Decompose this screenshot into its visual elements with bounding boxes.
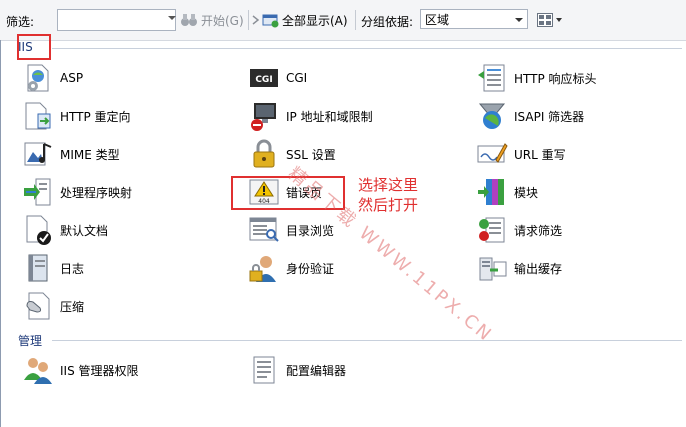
feature-dir-browse-label: 目录浏览 — [286, 223, 335, 238]
log-book-icon — [28, 254, 48, 282]
annotation-line-1: 选择这里 — [358, 176, 419, 194]
feature-default-doc[interactable]: 默认文档 — [22, 214, 108, 246]
feature-http-redirect-label: HTTP 重定向 — [60, 109, 131, 124]
feature-url-rewrite[interactable]: URL 重写 — [476, 138, 566, 170]
feature-isapi-filters[interactable]: ISAPI 筛选器 — [476, 100, 584, 132]
filter-input[interactable] — [57, 9, 176, 31]
compression-icon — [26, 292, 50, 320]
feature-auth-label: 身份验证 — [286, 261, 335, 276]
request-filter-icon — [479, 217, 505, 243]
mime-type-icon — [24, 142, 52, 166]
group-by-value: 区域 — [425, 13, 450, 27]
section-divider — [52, 48, 682, 49]
directory-browsing-icon — [249, 217, 279, 242]
chevron-down-icon — [556, 18, 562, 22]
annotation-line-2: 然后打开 — [358, 196, 419, 214]
feature-http-headers[interactable]: HTTP 响应标头 — [476, 62, 597, 94]
ip-monitor-icon — [251, 103, 276, 131]
feature-logging[interactable]: 日志 — [22, 252, 84, 284]
section-header-management: 管理 — [18, 334, 43, 348]
feature-ip-restrict-label: IP 地址和域限制 — [286, 109, 373, 124]
toolbar: 筛选: 开始(G) 全部显示(A) 分组依据: 区域 — [0, 0, 686, 41]
start-button-label: 开始(G) — [201, 13, 244, 28]
grid-view-icon — [537, 13, 553, 27]
arrow-right-icon — [252, 15, 260, 25]
group-by-select[interactable]: 区域 — [420, 9, 528, 29]
feature-mime-label: MIME 类型 — [60, 147, 120, 162]
config-editor-icon — [253, 356, 275, 384]
feature-auth[interactable]: 身份验证 — [248, 252, 334, 284]
start-button[interactable]: 开始(G) — [180, 12, 244, 28]
feature-request-filter[interactable]: 请求筛选 — [476, 214, 562, 246]
feature-config-editor[interactable]: 配置编辑器 — [248, 354, 346, 386]
annotation-note: 选择这里 然后打开 — [358, 175, 418, 215]
feature-asp-label: ASP — [60, 71, 84, 85]
feature-handlers-label: 处理程序映射 — [60, 185, 133, 200]
redirect-page-icon — [25, 102, 51, 130]
iis-highlight-box — [17, 34, 51, 60]
group-by-label: 分组依据: — [361, 15, 414, 29]
toolbar-separator — [248, 10, 249, 30]
binoculars-icon — [181, 14, 197, 26]
filter-label: 筛选: — [6, 15, 35, 29]
feature-handlers[interactable]: 处理程序映射 — [22, 176, 132, 208]
feature-request-filter-label: 请求筛选 — [514, 223, 563, 238]
feature-dir-browse[interactable]: 目录浏览 — [248, 214, 334, 246]
svg-text:CGI: CGI — [255, 75, 272, 85]
handler-mapping-icon — [24, 178, 51, 206]
user-lock-icon — [249, 256, 276, 282]
feature-url-rewrite-label: URL 重写 — [514, 147, 566, 162]
feature-modules-label: 模块 — [514, 185, 539, 200]
output-cache-icon — [479, 257, 507, 281]
feature-output-cache-label: 输出缓存 — [514, 261, 563, 276]
section-divider — [52, 340, 682, 341]
feature-ssl-label: SSL 设置 — [286, 147, 336, 162]
feature-cgi[interactable]: CGI CGI — [248, 62, 307, 94]
feature-config-editor-label: 配置编辑器 — [286, 363, 347, 378]
header-list-icon — [478, 64, 505, 92]
show-all-button[interactable]: 全部显示(A) — [252, 12, 348, 28]
cgi-console-icon: CGI — [250, 69, 278, 87]
feature-compression[interactable]: 压缩 — [22, 290, 84, 322]
chevron-down-icon — [515, 18, 523, 22]
asp-page-gear-icon — [27, 64, 49, 92]
toolbar-separator — [355, 10, 356, 30]
feature-http-redirect[interactable]: HTTP 重定向 — [22, 100, 131, 132]
feature-modules[interactable]: 模块 — [476, 176, 538, 208]
modules-icon — [478, 179, 504, 205]
feature-iis-manager-perms[interactable]: IIS 管理器权限 — [22, 354, 139, 386]
users-icon — [24, 358, 52, 384]
feature-isapi-filters-label: ISAPI 筛选器 — [514, 109, 585, 124]
content-border — [0, 40, 1, 427]
feature-http-headers-label: HTTP 响应标头 — [514, 71, 597, 86]
filter-dropdown-icon[interactable] — [168, 16, 176, 20]
feature-mime[interactable]: MIME 类型 — [22, 138, 120, 170]
show-all-label: 全部显示(A) — [282, 13, 348, 28]
feature-default-doc-label: 默认文档 — [60, 223, 109, 238]
feature-compression-label: 压缩 — [60, 299, 85, 314]
feature-asp[interactable]: ASP — [22, 62, 83, 94]
isapi-globe-icon — [478, 103, 506, 129]
show-all-icon — [262, 14, 279, 28]
view-toggle-button[interactable] — [537, 12, 563, 28]
feature-logging-label: 日志 — [60, 261, 85, 276]
padlock-icon — [253, 139, 275, 168]
feature-cgi-label: CGI — [286, 71, 308, 85]
default-document-icon — [26, 215, 51, 245]
feature-ssl[interactable]: SSL 设置 — [248, 138, 336, 170]
feature-iis-manager-perms-label: IIS 管理器权限 — [60, 363, 139, 378]
feature-output-cache[interactable]: 输出缓存 — [476, 252, 562, 284]
url-rewrite-icon — [477, 143, 508, 163]
feature-ip-restrict[interactable]: IP 地址和域限制 — [248, 100, 373, 132]
